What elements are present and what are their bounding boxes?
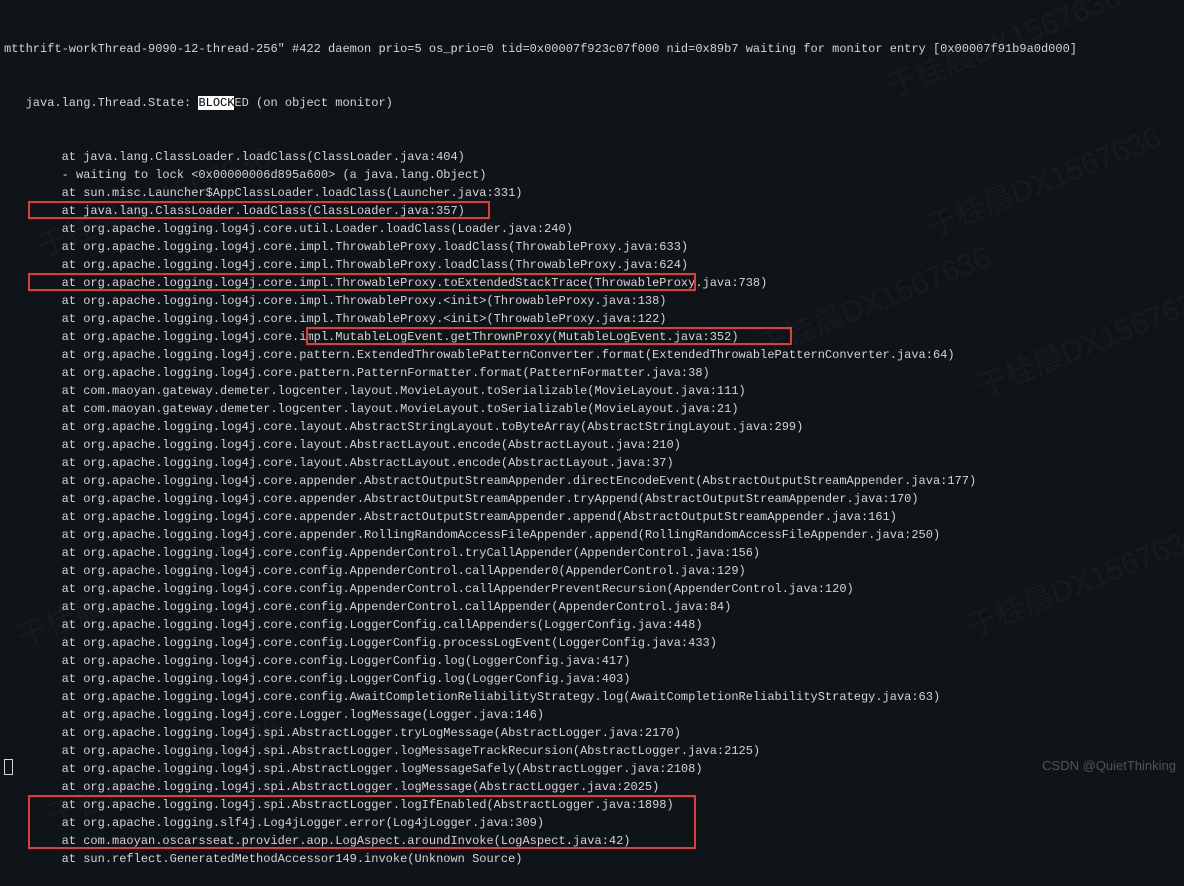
stack-line: at org.apache.logging.log4j.spi.Abstract… bbox=[4, 760, 1180, 778]
stack-line: at org.apache.logging.log4j.core.config.… bbox=[4, 544, 1180, 562]
thread-dump-terminal[interactable]: mtthrift-workThread-9090-12-thread-256" … bbox=[4, 4, 1180, 886]
stack-line: - waiting to lock <0x00000006d895a600> (… bbox=[4, 166, 1180, 184]
stack-line: at java.lang.ClassLoader.loadClass(Class… bbox=[4, 148, 1180, 166]
thread-header-line: mtthrift-workThread-9090-12-thread-256" … bbox=[4, 40, 1180, 58]
stack-line: at org.apache.logging.log4j.core.config.… bbox=[4, 562, 1180, 580]
stack-line: at org.apache.logging.log4j.core.pattern… bbox=[4, 346, 1180, 364]
stack-line: at java.lang.ClassLoader.loadClass(Class… bbox=[4, 202, 1180, 220]
stack-line: at org.apache.logging.log4j.core.config.… bbox=[4, 670, 1180, 688]
stack-line: at org.apache.logging.log4j.core.impl.Th… bbox=[4, 274, 1180, 292]
stack-line: at org.apache.logging.log4j.core.config.… bbox=[4, 652, 1180, 670]
stack-line: at org.apache.logging.log4j.core.layout.… bbox=[4, 454, 1180, 472]
terminal-cursor bbox=[4, 759, 13, 775]
stack-line: at org.apache.logging.log4j.core.util.Lo… bbox=[4, 220, 1180, 238]
stack-line: at org.apache.logging.log4j.core.appende… bbox=[4, 490, 1180, 508]
stack-line: at org.apache.logging.log4j.core.impl.Th… bbox=[4, 238, 1180, 256]
stack-line: at sun.misc.Launcher$AppClassLoader.load… bbox=[4, 184, 1180, 202]
stack-line: at com.maoyan.gateway.demeter.logcenter.… bbox=[4, 382, 1180, 400]
stack-line: at org.apache.logging.log4j.core.appende… bbox=[4, 526, 1180, 544]
stack-line: at org.apache.logging.slf4j.Log4jLogger.… bbox=[4, 814, 1180, 832]
stack-line: at org.apache.logging.log4j.core.config.… bbox=[4, 598, 1180, 616]
thread-state-line: java.lang.Thread.State: BLOCKED (on obje… bbox=[4, 94, 1180, 112]
stack-line: at org.apache.logging.log4j.core.config.… bbox=[4, 580, 1180, 598]
stack-line: at org.apache.logging.log4j.core.impl.Th… bbox=[4, 292, 1180, 310]
stack-line: at org.apache.logging.log4j.core.config.… bbox=[4, 616, 1180, 634]
stack-line: at org.apache.logging.log4j.spi.Abstract… bbox=[4, 796, 1180, 814]
stack-line: at org.apache.logging.log4j.core.layout.… bbox=[4, 418, 1180, 436]
stack-line: at org.apache.logging.log4j.core.pattern… bbox=[4, 364, 1180, 382]
stack-line: at org.apache.logging.log4j.spi.Abstract… bbox=[4, 724, 1180, 742]
stack-line: at org.apache.logging.log4j.core.config.… bbox=[4, 688, 1180, 706]
state-prefix: java.lang.Thread.State: bbox=[4, 96, 198, 110]
stack-line: at org.apache.logging.log4j.core.config.… bbox=[4, 634, 1180, 652]
blocked-state-highlight: BLOCK bbox=[198, 96, 234, 110]
stack-line: at org.apache.logging.log4j.core.impl.Th… bbox=[4, 256, 1180, 274]
stack-line: at org.apache.logging.log4j.core.Logger.… bbox=[4, 706, 1180, 724]
stack-line: at org.apache.logging.log4j.core.layout.… bbox=[4, 436, 1180, 454]
stack-line: at com.maoyan.gateway.demeter.logcenter.… bbox=[4, 400, 1180, 418]
stack-trace: at java.lang.ClassLoader.loadClass(Class… bbox=[4, 148, 1180, 868]
csdn-footer: CSDN @QuietThinking bbox=[1042, 756, 1176, 776]
stack-line: at sun.reflect.GeneratedMethodAccessor14… bbox=[4, 850, 1180, 868]
stack-line: at org.apache.logging.log4j.core.impl.Th… bbox=[4, 310, 1180, 328]
stack-line: at org.apache.logging.log4j.core.appende… bbox=[4, 508, 1180, 526]
state-suffix: ED (on object monitor) bbox=[234, 96, 392, 110]
stack-line: at org.apache.logging.log4j.core.impl.Mu… bbox=[4, 328, 1180, 346]
stack-line: at com.maoyan.oscarsseat.provider.aop.Lo… bbox=[4, 832, 1180, 850]
stack-line: at org.apache.logging.log4j.core.appende… bbox=[4, 472, 1180, 490]
stack-line: at org.apache.logging.log4j.spi.Abstract… bbox=[4, 742, 1180, 760]
